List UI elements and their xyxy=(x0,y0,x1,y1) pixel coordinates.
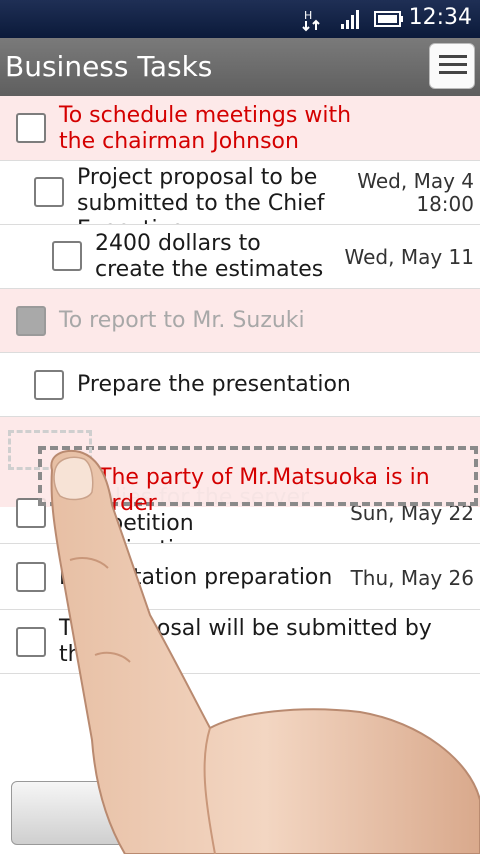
title-bar: Business Tasks xyxy=(0,38,480,96)
app-title: Business Tasks xyxy=(5,50,213,83)
menu-icon xyxy=(439,55,467,58)
task-row[interactable]: To schedule meetings with the chairman J… xyxy=(0,96,480,161)
menu-icon-bar xyxy=(439,71,467,74)
task-date-day: Thu, May 26 xyxy=(350,566,474,590)
task-checkbox[interactable] xyxy=(16,562,46,592)
task-row[interactable]: The proposal will be submitted by the 25… xyxy=(0,610,480,674)
task-checkbox[interactable] xyxy=(34,177,64,207)
task-checkbox-checked[interactable] xyxy=(16,306,46,336)
task-row[interactable]: Project proposal to be submitted to the … xyxy=(0,161,480,225)
task-text: To schedule meetings with the chairman J… xyxy=(59,103,352,154)
task-date: Thu, May 26 xyxy=(351,567,474,590)
task-date-day: Wed, May 4 xyxy=(357,169,474,193)
task-text: To report to Mr. Suzuki xyxy=(59,308,305,333)
task-text: Prepare the presentation xyxy=(77,372,351,397)
signal-strength-icon xyxy=(341,10,359,29)
task-text: Project proposal to be submitted to the … xyxy=(77,165,325,224)
task-row[interactable]: To report to Mr. Suzuki xyxy=(0,289,480,353)
dragging-task-text: The party of Mr.Matsuoka is in order xyxy=(98,465,430,516)
dragging-task-item[interactable]: The party of Mr.Matsuoka is in order xyxy=(38,446,478,516)
task-checkbox[interactable] xyxy=(52,241,82,271)
task-checkbox[interactable] xyxy=(16,113,46,143)
task-checkbox[interactable] xyxy=(16,627,46,657)
task-row[interactable]: Presentation preparation Thu, May 26 xyxy=(0,544,480,610)
task-text: 2400 dollars to create the estimates xyxy=(95,231,324,282)
clock: 12:34 xyxy=(408,5,472,30)
svg-text:H: H xyxy=(304,9,312,22)
add-task-button[interactable] xyxy=(11,781,141,845)
task-text: Presentation preparation xyxy=(59,565,333,590)
status-bar: H 12:34 xyxy=(0,0,480,38)
menu-button[interactable] xyxy=(429,43,475,89)
task-date: Wed, May 4 18:00 xyxy=(357,170,474,216)
menu-icon-bar xyxy=(439,63,467,66)
task-date: Wed, May 11 xyxy=(345,246,474,269)
task-date-day: Wed, May 11 xyxy=(344,245,474,269)
task-text: The proposal will be submitted by the 25… xyxy=(59,616,432,667)
task-checkbox[interactable] xyxy=(34,370,64,400)
task-date-time: 18:00 xyxy=(416,192,474,216)
task-row[interactable]: 2400 dollars to create the estimates Wed… xyxy=(0,225,480,289)
drag-origin-outline xyxy=(8,430,92,470)
data-transfer-icon: H xyxy=(302,9,320,32)
battery-icon xyxy=(374,11,403,27)
task-row[interactable]: Prepare the presentation xyxy=(0,353,480,417)
